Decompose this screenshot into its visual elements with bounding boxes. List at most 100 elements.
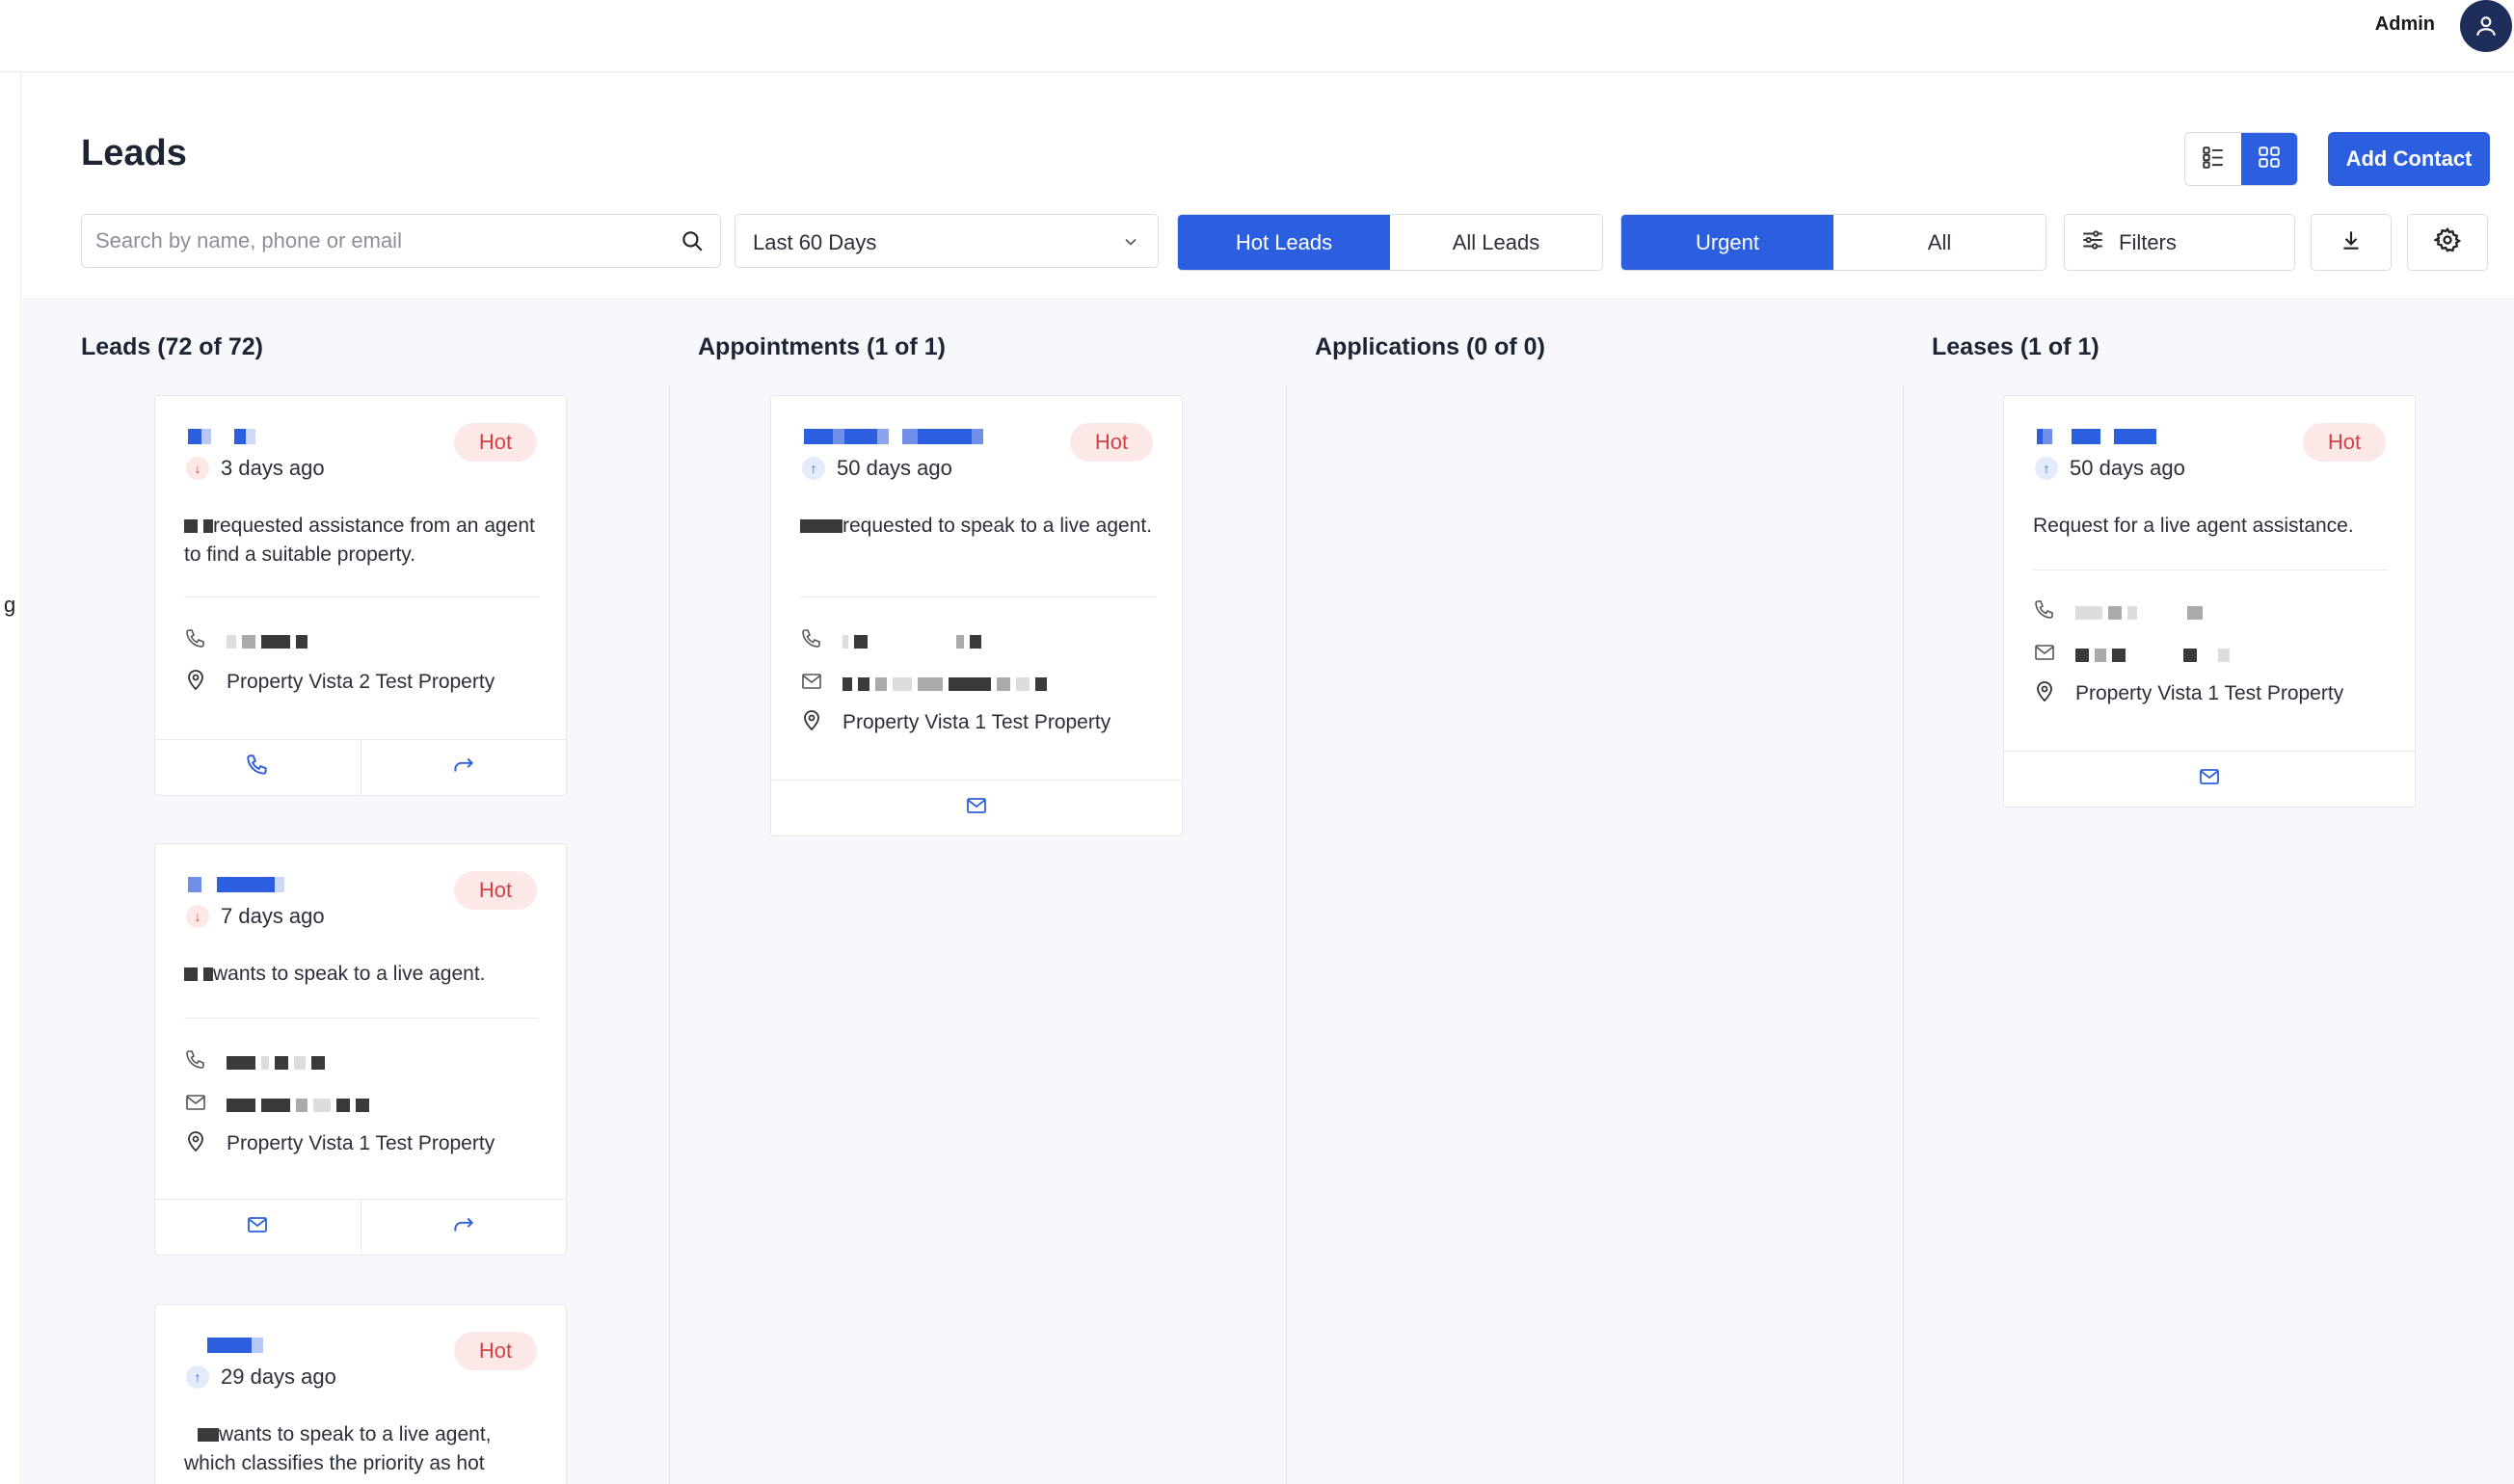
property-name: Property Vista 1 Test Property bbox=[2075, 682, 2344, 704]
user-name[interactable]: Admin bbox=[2375, 13, 2435, 36]
card-actions bbox=[155, 739, 566, 795]
lead-card[interactable]: Hot ↓ 3 days ago requested assistance fr… bbox=[154, 395, 567, 796]
arrow-up-icon: ↑ bbox=[186, 1365, 209, 1389]
arrow-up-icon: ↑ bbox=[802, 457, 825, 480]
time-row: ↑ 50 days ago bbox=[2035, 456, 2185, 481]
name-redacted bbox=[184, 1428, 219, 1443]
name-redacted bbox=[184, 519, 213, 534]
mail-icon bbox=[963, 794, 990, 822]
card-actions bbox=[2004, 751, 2415, 807]
time-row: ↑ 50 days ago bbox=[802, 456, 952, 481]
mail-icon bbox=[2196, 765, 2223, 793]
grid-view-button[interactable] bbox=[2241, 133, 2297, 185]
phone-icon bbox=[184, 627, 207, 656]
settings-button[interactable] bbox=[2407, 214, 2488, 271]
contact-name-redacted bbox=[188, 877, 284, 892]
lead-type-toggle: Hot Leads All Leads bbox=[1177, 214, 1603, 271]
search-box bbox=[81, 214, 721, 268]
lead-description: requested assistance from an agent to fi… bbox=[184, 512, 541, 570]
description-text: requested to speak to a live agent. bbox=[842, 515, 1153, 537]
forward-arrow-icon bbox=[450, 1212, 477, 1242]
chevron-down-icon bbox=[1121, 232, 1140, 256]
view-toggle bbox=[2184, 132, 2298, 186]
column-title-leads: Leads (72 of 72) bbox=[81, 333, 263, 360]
page-title: Leads bbox=[81, 133, 187, 173]
property-row: Property Vista 1 Test Property bbox=[184, 1129, 495, 1158]
lease-description: Request for a live agent assistance. bbox=[2033, 512, 2390, 541]
hot-leads-button[interactable]: Hot Leads bbox=[1178, 215, 1390, 270]
description-text: wants to speak to a live agent, which cl… bbox=[184, 1423, 492, 1474]
email-button[interactable] bbox=[155, 1200, 361, 1255]
phone-row bbox=[184, 627, 308, 656]
call-button[interactable] bbox=[155, 740, 361, 795]
time-ago: 50 days ago bbox=[2070, 456, 2185, 480]
phone-redacted bbox=[227, 1056, 325, 1070]
arrow-down-icon: ↓ bbox=[186, 457, 209, 480]
phone-row bbox=[2033, 598, 2203, 627]
email-button[interactable] bbox=[771, 781, 1182, 835]
date-range-select[interactable]: Last 60 Days bbox=[735, 214, 1159, 268]
user-avatar-icon[interactable] bbox=[2460, 0, 2512, 52]
property-name: Property Vista 1 Test Property bbox=[227, 1132, 495, 1154]
email-redacted bbox=[2075, 649, 2230, 662]
all-leads-button[interactable]: All Leads bbox=[1390, 215, 1602, 270]
email-row bbox=[184, 1091, 369, 1120]
date-range-value: Last 60 Days bbox=[753, 230, 877, 254]
time-ago: 7 days ago bbox=[221, 904, 325, 928]
column-separator bbox=[1903, 385, 1904, 1484]
description-text: requested assistance from an agent to fi… bbox=[184, 515, 535, 566]
contact-name-redacted bbox=[2037, 429, 2156, 444]
search-icon[interactable] bbox=[680, 228, 705, 258]
description-text: Request for a live agent assistance. bbox=[2033, 515, 2354, 537]
add-contact-button[interactable]: Add Contact bbox=[2328, 132, 2490, 186]
email-redacted bbox=[227, 1099, 369, 1112]
property-name: Property Vista 2 Test Property bbox=[227, 671, 495, 693]
location-pin-icon bbox=[800, 708, 823, 737]
grid-view-icon bbox=[2257, 145, 2282, 174]
search-input[interactable] bbox=[95, 215, 655, 267]
appointment-card[interactable]: Hot ↑ 50 days ago requested to speak to … bbox=[770, 395, 1183, 836]
column-title-applications: Applications (0 of 0) bbox=[1315, 333, 1545, 360]
phone-row bbox=[800, 627, 981, 656]
time-ago: 29 days ago bbox=[221, 1365, 336, 1389]
mail-icon bbox=[184, 1091, 207, 1120]
divider bbox=[184, 596, 539, 597]
property-name: Property Vista 1 Test Property bbox=[842, 711, 1111, 733]
mail-icon bbox=[2033, 641, 2056, 670]
email-button[interactable] bbox=[2004, 752, 2415, 807]
appointment-description: requested to speak to a live agent. bbox=[800, 512, 1157, 541]
filters-label: Filters bbox=[2119, 229, 2177, 254]
filters-button[interactable]: Filters bbox=[2064, 214, 2295, 271]
download-icon bbox=[2339, 227, 2364, 257]
hot-badge: Hot bbox=[454, 423, 537, 462]
phone-icon bbox=[2033, 598, 2056, 627]
list-view-button[interactable] bbox=[2185, 133, 2241, 185]
email-row bbox=[2033, 641, 2230, 670]
lead-card[interactable]: Hot ↓ 7 days ago wants to speak to a liv… bbox=[154, 843, 567, 1256]
divider bbox=[800, 596, 1155, 597]
location-pin-icon bbox=[184, 668, 207, 697]
left-rail: g bbox=[0, 72, 21, 1484]
mail-icon bbox=[244, 1213, 271, 1241]
time-row: ↓ 3 days ago bbox=[186, 456, 325, 481]
contact-name-redacted bbox=[804, 429, 983, 444]
property-row: Property Vista 2 Test Property bbox=[184, 668, 495, 697]
all-priority-button[interactable]: All bbox=[1833, 215, 2046, 270]
arrow-down-icon: ↓ bbox=[186, 905, 209, 928]
lease-card[interactable]: Hot ↑ 50 days ago Request for a live age… bbox=[2003, 395, 2416, 808]
left-rail-text: g bbox=[4, 593, 16, 617]
mail-icon bbox=[800, 670, 823, 699]
phone-redacted bbox=[842, 635, 981, 649]
forward-button[interactable] bbox=[360, 740, 567, 795]
lead-card[interactable]: Hot ↑ 29 days ago wants to speak to a li… bbox=[154, 1304, 567, 1484]
lead-description: wants to speak to a live agent. bbox=[184, 960, 541, 989]
forward-button[interactable] bbox=[360, 1200, 567, 1255]
email-row bbox=[800, 670, 1047, 699]
phone-redacted bbox=[2075, 606, 2203, 620]
column-title-appointments: Appointments (1 of 1) bbox=[698, 333, 946, 360]
download-button[interactable] bbox=[2311, 214, 2392, 271]
urgent-button[interactable]: Urgent bbox=[1621, 215, 1833, 270]
name-redacted bbox=[184, 967, 213, 982]
email-redacted bbox=[842, 677, 1047, 691]
hot-badge: Hot bbox=[2303, 423, 2386, 462]
